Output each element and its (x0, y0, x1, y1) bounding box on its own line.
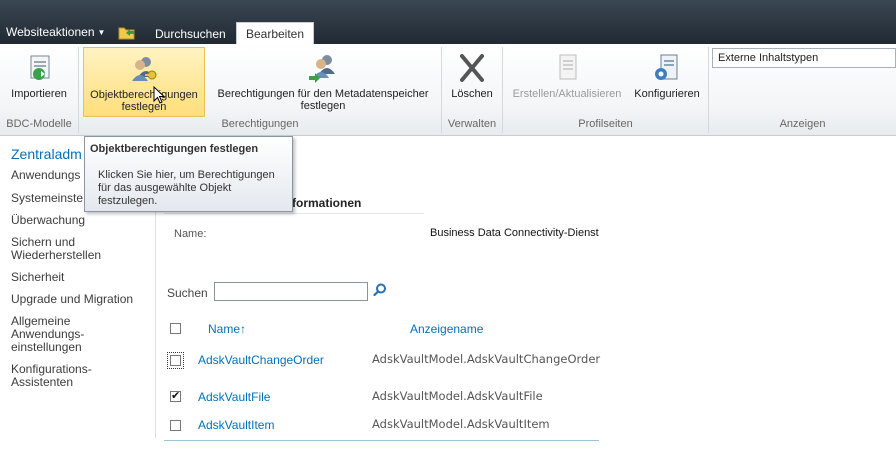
set-metadata-permissions-label-2: festlegen (300, 100, 346, 112)
tab-browse[interactable]: Durchsuchen (155, 27, 226, 41)
tooltip-body: Klicken Sie hier, um Berechtigungen für … (98, 169, 290, 208)
row-display-name: AdskVaultModel.AdskVaultFile (372, 389, 543, 403)
configure-button[interactable]: Konfigurieren (628, 47, 706, 100)
name-value: Business Data Connectivity-Dienst (430, 227, 599, 239)
set-metadata-permissions-label-1: Berechtigungen für den Metadatenspeicher (217, 88, 429, 100)
site-actions-menu[interactable]: Websiteaktionen ▼ (6, 25, 105, 39)
group-label-view: Anzeigen (779, 118, 826, 130)
heading-divider (164, 213, 424, 214)
search-input[interactable] (214, 282, 368, 301)
row-checkbox-checked[interactable]: ✔ (170, 391, 181, 402)
ribbon: Importieren BDC-Modelle Objektberechtigu… (0, 44, 896, 136)
select-all-checkbox[interactable] (170, 323, 181, 334)
users-arrow-icon (309, 55, 335, 83)
column-header-name[interactable]: Name↑ (208, 322, 246, 336)
ribbon-tooltip: Objektberechtigungen festlegen Klicken S… (84, 136, 293, 212)
set-metadata-store-permissions-button[interactable]: Berechtigungen für den Metadatenspeicher… (207, 47, 439, 112)
search-icon[interactable] (373, 283, 387, 297)
mouse-cursor-icon (153, 86, 165, 104)
name-label: Name: (174, 228, 207, 240)
row-checkbox[interactable] (170, 420, 181, 431)
dropdown-arrow-icon: ▼ (97, 28, 106, 37)
set-object-permissions-label-2: festlegen (121, 101, 167, 113)
search-label: Suchen (167, 286, 208, 300)
row-display-name: AdskVaultModel.AdskVaultChangeOrder (372, 352, 601, 366)
import-button[interactable]: Importieren (4, 47, 74, 100)
nav-item-general-app-settings-3[interactable]: einstellungen (11, 341, 141, 354)
row-checkbox[interactable] (167, 352, 184, 369)
column-header-display-name[interactable]: Anzeigename (410, 322, 483, 336)
create-update-button[interactable]: Erstellen/Aktualisieren (506, 47, 628, 100)
view-select[interactable]: Externe Inhaltstypen (712, 48, 896, 68)
delete-label: Löschen (451, 88, 493, 100)
create-update-label: Erstellen/Aktualisieren (512, 88, 622, 100)
tooltip-line: festzulegen. (98, 195, 158, 207)
tooltip-line: für das ausgewählte Objekt (98, 182, 232, 194)
set-object-permissions-button[interactable]: Objektberechtigungen festlegen (83, 47, 205, 117)
profile-page-icon (559, 54, 577, 80)
nav-item-security[interactable]: Sicherheit (11, 271, 141, 284)
configure-page-icon (655, 54, 678, 80)
nav-item-backup-restore-2[interactable]: Wiederherstellen (11, 249, 141, 262)
tab-edit[interactable]: Bearbeiten (236, 22, 314, 44)
set-object-permissions-label-1: Objektberechtigungen (90, 89, 198, 101)
configure-label: Konfigurieren (634, 88, 700, 100)
row-display-name: AdskVaultModel.AdskVaultItem (372, 417, 550, 431)
row-name-link[interactable]: AdskVaultItem (198, 418, 274, 432)
service-info-heading: formationen (292, 196, 362, 210)
table-bottom-line (164, 440, 599, 441)
site-actions-label: Websiteaktionen (6, 25, 95, 39)
group-label-manage: Verwalten (447, 118, 497, 130)
group-label-permissions: Berechtigungen (221, 118, 299, 130)
navigate-up-folder-icon[interactable] (118, 24, 136, 40)
group-label-bdc-models: BDC-Modelle (6, 118, 72, 130)
row-name-link[interactable]: AdskVaultFile (198, 390, 270, 404)
delete-x-icon (460, 54, 484, 82)
group-label-profile-pages: Profilseiten (578, 118, 633, 130)
tooltip-line: Klicken Sie hier, um Berechtigungen (98, 169, 275, 181)
top-bar: Websiteaktionen ▼ Durchsuchen Bearbeiten (0, 0, 896, 44)
row-name-link[interactable]: AdskVaultChangeOrder (198, 353, 324, 367)
nav-item-upgrade-migration[interactable]: Upgrade und Migration (11, 293, 141, 306)
import-label: Importieren (11, 88, 67, 100)
tooltip-title: Objektberechtigungen festlegen (90, 143, 259, 155)
nav-item-configuration-wizards-2[interactable]: Assistenten (11, 376, 141, 389)
import-icon (30, 55, 50, 80)
nav-item-monitoring[interactable]: Überwachung (11, 214, 141, 227)
delete-button[interactable]: Löschen (444, 47, 500, 100)
nav-central-admin[interactable]: Zentraladm (11, 146, 82, 162)
users-key-icon (132, 57, 157, 81)
